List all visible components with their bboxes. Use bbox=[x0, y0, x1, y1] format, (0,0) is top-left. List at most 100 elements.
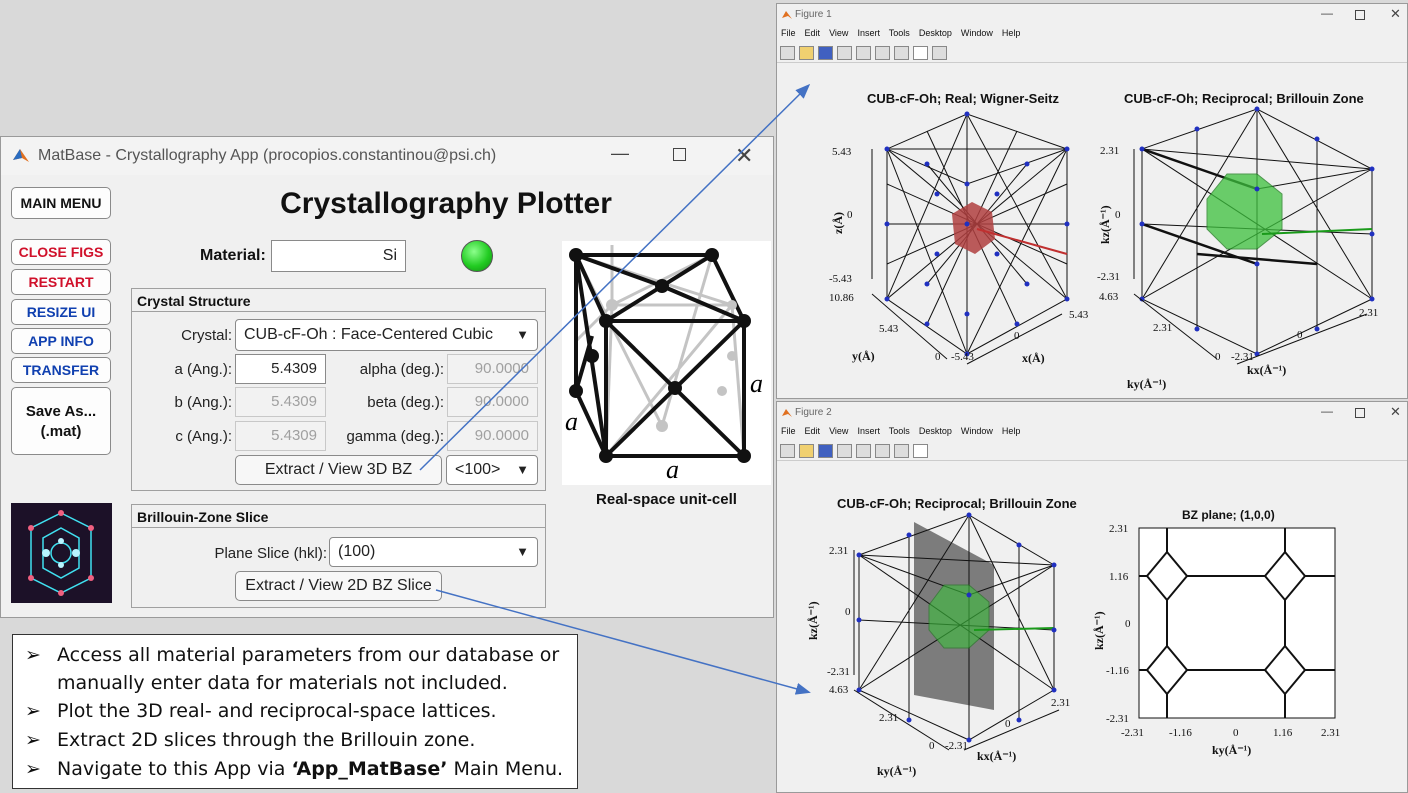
menu-file[interactable]: File bbox=[781, 28, 796, 38]
menu-help[interactable]: Help bbox=[1002, 426, 1021, 436]
beta-input[interactable]: 90.0000 bbox=[447, 387, 538, 417]
minimize-icon[interactable]: — bbox=[1321, 6, 1333, 20]
print-icon[interactable] bbox=[837, 443, 852, 458]
new-figure-icon[interactable] bbox=[780, 45, 795, 60]
export-icon[interactable] bbox=[856, 45, 871, 60]
extract-3d-bz-button[interactable]: Extract / View 3D BZ bbox=[235, 455, 442, 485]
menu-tools[interactable]: Tools bbox=[889, 426, 910, 436]
colorbar-icon[interactable] bbox=[875, 45, 890, 60]
main-menu-button[interactable]: MAIN MENU bbox=[11, 187, 111, 219]
bullet-item-3: Extract 2D slices through the Brillouin … bbox=[57, 729, 476, 751]
new-figure-icon[interactable] bbox=[780, 443, 795, 458]
gamma-label: gamma (deg.): bbox=[346, 428, 444, 445]
export-icon[interactable] bbox=[856, 443, 871, 458]
gamma-input[interactable]: 90.0000 bbox=[447, 421, 538, 451]
c-label: c (Ang.): bbox=[175, 428, 232, 445]
menu-view[interactable]: View bbox=[829, 426, 848, 436]
bullet-marker: ➢ bbox=[25, 644, 41, 666]
restart-button[interactable]: RESTART bbox=[11, 269, 111, 295]
crystal-structure-panel: Crystal Structure Crystal: CUB-cF-Oh : F… bbox=[131, 288, 546, 491]
fig1-right-xtick-1: 0 bbox=[1297, 329, 1303, 341]
app-window: MatBase - Crystallography App (procopios… bbox=[0, 136, 774, 618]
fig2-right-ytick-3: -1.16 bbox=[1106, 665, 1129, 677]
menu-insert[interactable]: Insert bbox=[857, 426, 880, 436]
pointer-icon[interactable] bbox=[913, 45, 928, 60]
menu-view[interactable]: View bbox=[829, 28, 848, 38]
fig1-right-ytick-1: 2.31 bbox=[1153, 322, 1172, 334]
fig1-right-ytick-2: 0 bbox=[1215, 351, 1221, 363]
print-icon[interactable] bbox=[837, 45, 852, 60]
alpha-input[interactable]: 90.0000 bbox=[447, 354, 538, 384]
legend-icon[interactable] bbox=[894, 45, 909, 60]
direction-dropdown[interactable]: <100> ▼ bbox=[446, 455, 538, 485]
menu-insert[interactable]: Insert bbox=[857, 28, 880, 38]
minimize-icon[interactable]: — bbox=[1321, 404, 1333, 418]
fig1-right-xtick-2: 2.31 bbox=[1359, 307, 1378, 319]
maximize-icon[interactable] bbox=[673, 148, 686, 161]
fig2-right-xtick-0: -2.31 bbox=[1121, 727, 1144, 739]
bullet-item-4-suffix: Main Menu. bbox=[447, 758, 564, 780]
unit-cell-caption: Real-space unit-cell bbox=[596, 491, 737, 508]
close-icon[interactable]: ✕ bbox=[735, 143, 753, 169]
legend-icon[interactable] bbox=[894, 443, 909, 458]
property-editor-icon[interactable] bbox=[932, 45, 947, 60]
menu-edit[interactable]: Edit bbox=[805, 426, 821, 436]
resize-ui-button[interactable]: RESIZE UI bbox=[11, 299, 111, 325]
c-input[interactable]: 5.4309 bbox=[235, 421, 326, 451]
fig2-right-ylabel: kz(Å⁻¹) bbox=[1092, 611, 1106, 650]
plane-slice-dropdown[interactable]: (100) ▼ bbox=[329, 537, 538, 567]
menu-edit[interactable]: Edit bbox=[805, 28, 821, 38]
figure1-menubar: File Edit View Insert Tools Desktop Wind… bbox=[781, 28, 1020, 38]
bullet-item-4-prefix: Navigate to this App via bbox=[57, 758, 292, 780]
fig1-left-xtick-0: -5.43 bbox=[951, 351, 974, 363]
menu-desktop[interactable]: Desktop bbox=[919, 28, 952, 38]
close-figs-button[interactable]: CLOSE FIGS bbox=[11, 239, 111, 265]
unit-cell-image: a a a bbox=[562, 241, 771, 485]
app-heading: Crystallography Plotter bbox=[280, 187, 612, 220]
app-info-button[interactable]: APP INFO bbox=[11, 328, 111, 354]
alpha-label: alpha (deg.): bbox=[359, 361, 444, 378]
close-icon[interactable]: ✕ bbox=[1390, 404, 1401, 420]
save-icon[interactable] bbox=[818, 443, 833, 458]
toolbar-divider bbox=[777, 460, 1407, 461]
minimize-icon[interactable]: — bbox=[611, 143, 629, 164]
material-input[interactable]: Si bbox=[271, 240, 406, 272]
crystal-dropdown[interactable]: CUB-cF-Oh : Face-Centered Cubic ▼ bbox=[235, 319, 538, 351]
a-label: a (Ang.): bbox=[174, 361, 232, 378]
fig1-left-ytick-0: 10.86 bbox=[829, 292, 854, 304]
pointer-icon[interactable] bbox=[913, 443, 928, 458]
open-icon[interactable] bbox=[799, 443, 814, 458]
fig2-left-plot-title: CUB-cF-Oh; Reciprocal; Brillouin Zone bbox=[837, 496, 1077, 511]
figure2-menubar: File Edit View Insert Tools Desktop Wind… bbox=[781, 426, 1020, 436]
fig2-right-xtick-2: 0 bbox=[1233, 727, 1239, 739]
app-titlebar: MatBase - Crystallography App (procopios… bbox=[1, 137, 773, 175]
menu-help[interactable]: Help bbox=[1002, 28, 1021, 38]
fig2-left-ztick-1: 0 bbox=[845, 606, 851, 618]
maximize-icon[interactable] bbox=[1355, 10, 1365, 20]
close-icon[interactable]: ✕ bbox=[1390, 6, 1401, 22]
menu-tools[interactable]: Tools bbox=[889, 28, 910, 38]
menu-window[interactable]: Window bbox=[961, 426, 993, 436]
fig2-left-xtick-2: 2.31 bbox=[1051, 697, 1070, 709]
fig2-right-xtick-4: 2.31 bbox=[1321, 727, 1340, 739]
fig2-left-ytick-0: 4.63 bbox=[829, 684, 849, 696]
material-label: Material: bbox=[200, 247, 266, 264]
fig1-real-ws-plot: 5.43 0 -5.43 10.86 5.43 0 -5.43 0 5.43 z… bbox=[829, 111, 1089, 365]
save-icon[interactable] bbox=[818, 45, 833, 60]
colorbar-icon[interactable] bbox=[875, 443, 890, 458]
maximize-icon[interactable] bbox=[1355, 408, 1365, 418]
b-input[interactable]: 5.4309 bbox=[235, 387, 326, 417]
fig1-right-xtick-0: -2.31 bbox=[1231, 351, 1254, 363]
a-input[interactable]: 5.4309 bbox=[235, 354, 326, 384]
open-icon[interactable] bbox=[799, 45, 814, 60]
menu-desktop[interactable]: Desktop bbox=[919, 426, 952, 436]
extract-2d-bz-slice-button[interactable]: Extract / View 2D BZ Slice bbox=[235, 571, 442, 601]
bullet-marker: ➢ bbox=[25, 729, 41, 751]
save-as-button[interactable]: Save As... (.mat) bbox=[11, 387, 111, 455]
transfer-button[interactable]: TRANSFER bbox=[11, 357, 111, 383]
fig1-right-ztick-0: 2.31 bbox=[1100, 145, 1119, 157]
crystal-structure-title: Crystal Structure bbox=[137, 293, 251, 309]
menu-file[interactable]: File bbox=[781, 426, 796, 436]
menu-window[interactable]: Window bbox=[961, 28, 993, 38]
fig1-left-xtick-1: 0 bbox=[1014, 330, 1020, 342]
